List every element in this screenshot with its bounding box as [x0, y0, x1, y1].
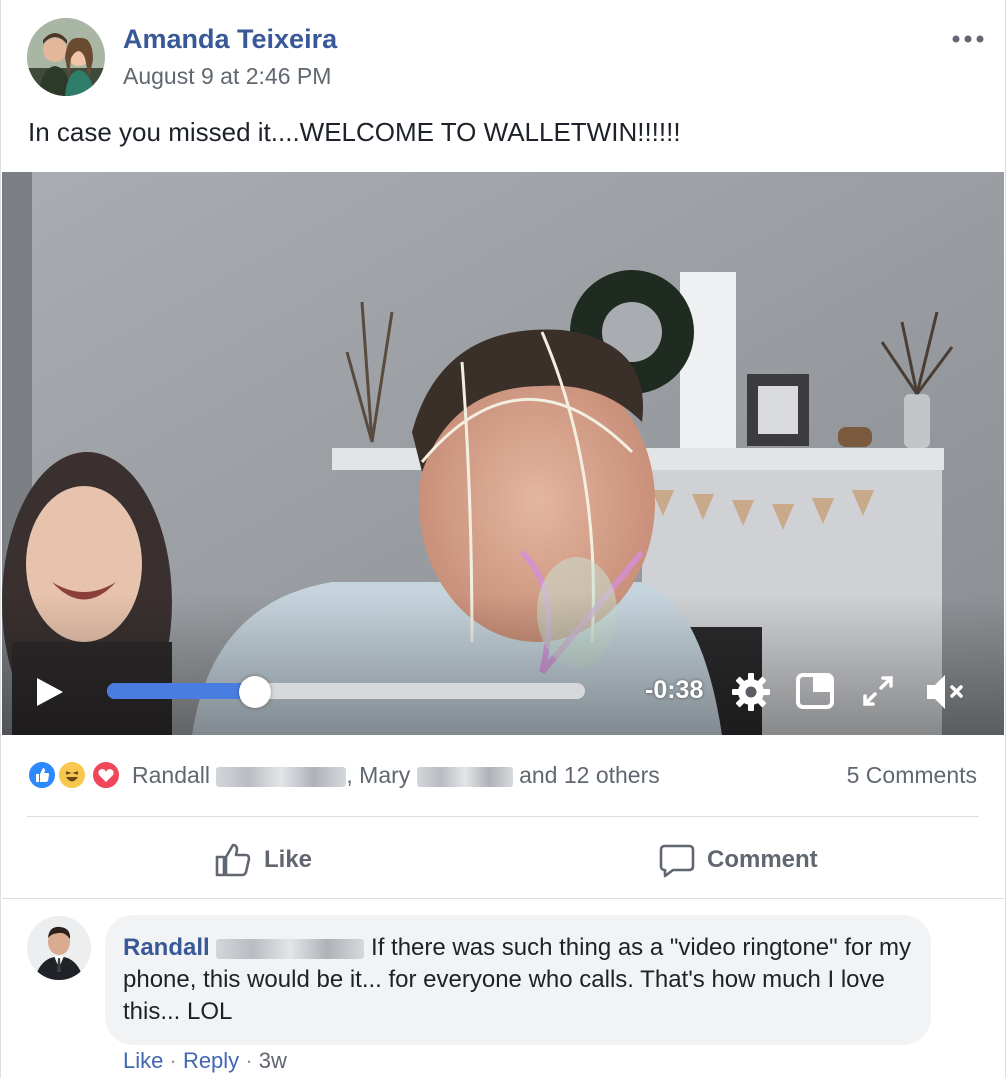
reaction-summary[interactable]: Randall , Mary and 12 others: [132, 762, 660, 789]
like-reaction-icon: [27, 760, 57, 790]
commenter-avatar[interactable]: [27, 916, 91, 980]
redacted-name: [216, 766, 347, 787]
divider: [2, 898, 1004, 899]
comment-bubble-icon: [659, 844, 695, 878]
love-reaction-icon: [91, 760, 121, 790]
video-frame: [2, 172, 1004, 735]
redacted-name: [216, 938, 365, 959]
separator-dot: ·: [169, 1048, 177, 1073]
picture-in-picture-icon[interactable]: [796, 673, 834, 714]
comment-button-label: Comment: [707, 846, 818, 873]
like-button-label: Like: [264, 846, 313, 873]
comment-age[interactable]: 3w: [259, 1048, 287, 1073]
post-card: Amanda Teixeira August 9 at 2:46 PM In c…: [0, 0, 1006, 1078]
separator-dot: ·: [245, 1048, 253, 1073]
thumbs-up-icon: [215, 843, 251, 877]
post-author-name[interactable]: Amanda Teixeira: [123, 24, 337, 55]
liker-others[interactable]: and 12 others: [519, 762, 660, 788]
liker-name[interactable]: Randall: [132, 762, 210, 788]
video-time-remaining: -0:38: [645, 676, 704, 704]
liker-name[interactable]: Mary: [359, 762, 410, 788]
video-progress-fill: [107, 683, 255, 699]
post-message: In case you missed it....WELCOME TO WALL…: [28, 117, 681, 147]
video-player[interactable]: [2, 172, 1004, 735]
divider: [27, 816, 979, 817]
comment-author-name[interactable]: Randall: [123, 934, 210, 961]
comment-reply-link[interactable]: Reply: [183, 1048, 239, 1073]
haha-reaction-icon: [57, 760, 87, 790]
mute-icon[interactable]: [923, 672, 967, 717]
comment-body: Randall If there was such thing as a "vi…: [123, 932, 923, 1028]
liker-separator: ,: [346, 762, 360, 788]
redacted-name: [416, 766, 513, 787]
comment-actions: Like · Reply · 3w: [123, 1048, 287, 1074]
fullscreen-icon[interactable]: [861, 674, 895, 713]
settings-icon[interactable]: [731, 672, 771, 717]
comment-button[interactable]: Comment: [659, 840, 818, 880]
more-options-icon[interactable]: [951, 24, 985, 50]
like-button[interactable]: Like: [214, 840, 312, 880]
comments-count-link[interactable]: 5 Comments: [847, 762, 977, 789]
play-icon[interactable]: [35, 676, 65, 713]
post-timestamp[interactable]: August 9 at 2:46 PM: [123, 63, 331, 90]
author-avatar[interactable]: [27, 18, 105, 96]
comment-like-link[interactable]: Like: [123, 1048, 163, 1073]
video-progress-handle[interactable]: [239, 676, 271, 708]
